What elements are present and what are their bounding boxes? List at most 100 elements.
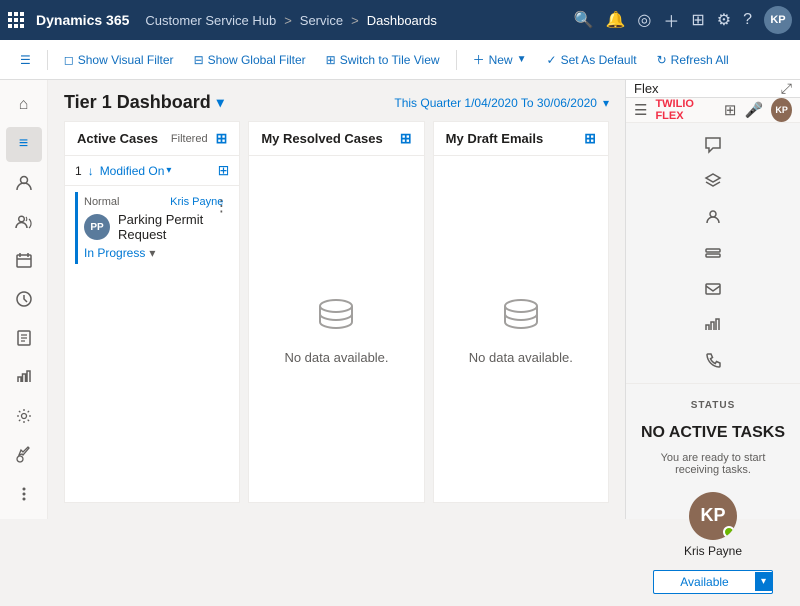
new-btn[interactable]: ＋ New ▼ — [465, 47, 535, 72]
case-more-btn[interactable]: ⋮ — [213, 196, 229, 216]
flex-icon-chart[interactable] — [697, 311, 729, 339]
flex-user: KP Kris Payne — [684, 492, 742, 558]
flex-icon-layers[interactable] — [697, 167, 729, 195]
set-as-default-btn[interactable]: ✓ Set As Default — [539, 49, 645, 71]
active-cases-header-right: Filtered ⊞ — [171, 130, 227, 147]
flex-menu-icon[interactable]: ☰ — [634, 101, 647, 119]
sidebar-item-home[interactable]: ⌂ — [6, 88, 42, 123]
resolved-cases-title: My Resolved Cases — [261, 131, 382, 146]
status-dropdown-label: Available — [654, 571, 755, 593]
dashboard-dropdown-icon[interactable]: ▾ — [217, 94, 224, 111]
resolved-no-data-text: No data available. — [284, 350, 388, 365]
active-cases-title: Active Cases — [77, 131, 158, 146]
flex-icon-mail[interactable] — [697, 275, 729, 303]
sidebar-item-settings[interactable] — [6, 399, 42, 434]
filter-icon[interactable]: ⊞ — [691, 10, 704, 30]
nav-service[interactable]: Service — [300, 13, 343, 28]
sidebar-item-reports[interactable] — [6, 360, 42, 395]
draft-emails-title: My Draft Emails — [446, 131, 544, 146]
sidebar-item-accounts[interactable] — [6, 166, 42, 201]
sidebar-item-contacts[interactable] — [6, 204, 42, 239]
content-area: Tier 1 Dashboard ▾ This Quarter 1/04/202… — [48, 80, 625, 519]
flex-icon-chat[interactable] — [697, 131, 729, 159]
dashboard-header: Tier 1 Dashboard ▾ This Quarter 1/04/202… — [48, 80, 625, 121]
breadcrumb-sep2: > — [351, 13, 359, 28]
case-avatar: PP — [84, 214, 110, 240]
draft-no-data: No data available. — [434, 156, 608, 502]
toolbar-sep1 — [47, 50, 48, 70]
flex-expand-icon[interactable]: ⤢ — [781, 80, 792, 97]
resolved-cases-header: My Resolved Cases ⊞ — [249, 122, 423, 156]
flex-icon-person[interactable] — [697, 203, 729, 231]
row-count: 1 — [75, 164, 82, 178]
flex-user-icon[interactable]: 🎤 — [744, 101, 763, 119]
date-filter-chevron: ▾ — [603, 96, 609, 110]
flex-icon-phone[interactable] — [697, 347, 729, 375]
status-dropdown-arrow[interactable]: ▾ — [755, 572, 772, 591]
flex-header: Flex ⤢ — [626, 80, 800, 98]
status-dropdown[interactable]: Available ▾ — [653, 570, 773, 594]
tile-icon: ⊞ — [326, 53, 336, 67]
main-layout: ⌂ ≡ Tier — [0, 80, 800, 519]
draft-emails-panel: My Draft Emails ⊞ No data available. — [433, 121, 609, 503]
case-grid-options-icon[interactable]: ⊞ — [218, 162, 230, 179]
user-avatar[interactable]: KP — [764, 6, 792, 34]
dashboard-toolbar: ☰ ◻ Show Visual Filter ⊟ Show Global Fil… — [0, 40, 800, 80]
no-tasks-title: NO ACTIVE TASKS — [641, 423, 785, 444]
sort-down-icon: ↓ — [88, 164, 94, 178]
sidebar-item-tools[interactable] — [6, 437, 42, 472]
toggle-sidebar-btn[interactable]: ☰ — [12, 49, 39, 71]
app-name[interactable]: Dynamics 365 — [36, 12, 129, 28]
sidebar-item-insights[interactable] — [6, 282, 42, 317]
add-icon[interactable]: ＋ — [663, 8, 679, 32]
flex-toolbar-avatar[interactable]: KP — [771, 98, 792, 122]
case-status: In Progress ▾ — [84, 246, 223, 260]
flex-toolbar: ☰ TWILIO FLEX ⊞ 🎤 KP — [626, 98, 800, 123]
sidebar-item-more[interactable] — [6, 476, 42, 511]
nav-customer-service-hub[interactable]: Customer Service Hub — [145, 13, 276, 28]
flex-side-icons — [626, 123, 800, 384]
flex-icon-data[interactable] — [697, 239, 729, 267]
case-item[interactable]: Normal Kris Payne ⋮ PP Parking Permit Re… — [75, 192, 229, 264]
no-data-icon — [316, 294, 356, 342]
top-nav-right: 🔍 🔔 ◎ ＋ ⊞ ⚙ ? KP — [574, 6, 792, 34]
flex-title: Flex — [634, 81, 659, 96]
search-icon[interactable]: 🔍 — [574, 10, 594, 30]
draft-no-data-icon — [501, 294, 541, 342]
location-icon[interactable]: ◎ — [637, 10, 651, 30]
date-filter-text: This Quarter 1/04/2020 To 30/06/2020 — [394, 96, 597, 110]
sort-chevron: ▾ — [166, 165, 171, 176]
draft-emails-header: My Draft Emails ⊞ — [434, 122, 608, 156]
apps-icon[interactable] — [8, 12, 24, 28]
sidebar-item-kb[interactable] — [6, 321, 42, 356]
case-status-text: In Progress — [84, 246, 145, 260]
case-row: PP Parking Permit Request — [84, 212, 223, 242]
switch-to-tile-btn[interactable]: ⊞ Switch to Tile View — [318, 49, 448, 71]
case-status-chevron[interactable]: ▾ — [149, 246, 155, 260]
sidebar-item-activities[interactable] — [6, 243, 42, 278]
sort-column-btn[interactable]: Modified On ▾ — [100, 164, 172, 178]
resolved-grid-options-icon[interactable]: ⊞ — [400, 130, 412, 147]
refresh-all-btn[interactable]: ↻ Refresh All — [649, 49, 737, 71]
alerts-icon[interactable]: 🔔 — [605, 10, 625, 30]
date-filter[interactable]: This Quarter 1/04/2020 To 30/06/2020 ▾ — [394, 96, 609, 110]
panel-options-icon[interactable]: ⊞ — [216, 130, 228, 147]
filtered-badge: Filtered — [171, 133, 208, 145]
menu-icon: ☰ — [20, 53, 31, 67]
flex-avatar-status-dot — [723, 526, 735, 538]
help-icon[interactable]: ? — [743, 11, 752, 29]
flex-status-area: STATUS NO ACTIVE TASKS You are ready to … — [626, 384, 800, 606]
flex-grid-icon[interactable]: ⊞ — [724, 101, 737, 119]
case-priority: Normal — [84, 196, 119, 208]
toolbar-sep2 — [456, 50, 457, 70]
nav-dashboards: Dashboards — [367, 13, 437, 28]
sidebar-item-cases[interactable]: ≡ — [6, 127, 42, 162]
draft-grid-options-icon[interactable]: ⊞ — [584, 130, 596, 147]
dashboard-title: Tier 1 Dashboard ▾ — [64, 92, 224, 113]
show-visual-filter-btn[interactable]: ◻ Show Visual Filter — [56, 49, 182, 71]
case-name[interactable]: Parking Permit Request — [118, 212, 223, 242]
resolved-no-data: No data available. — [249, 156, 423, 502]
show-global-filter-btn[interactable]: ⊟ Show Global Filter — [186, 49, 314, 71]
settings-nav-icon[interactable]: ⚙ — [717, 10, 731, 30]
active-cases-header: Active Cases Filtered ⊞ — [65, 122, 239, 156]
